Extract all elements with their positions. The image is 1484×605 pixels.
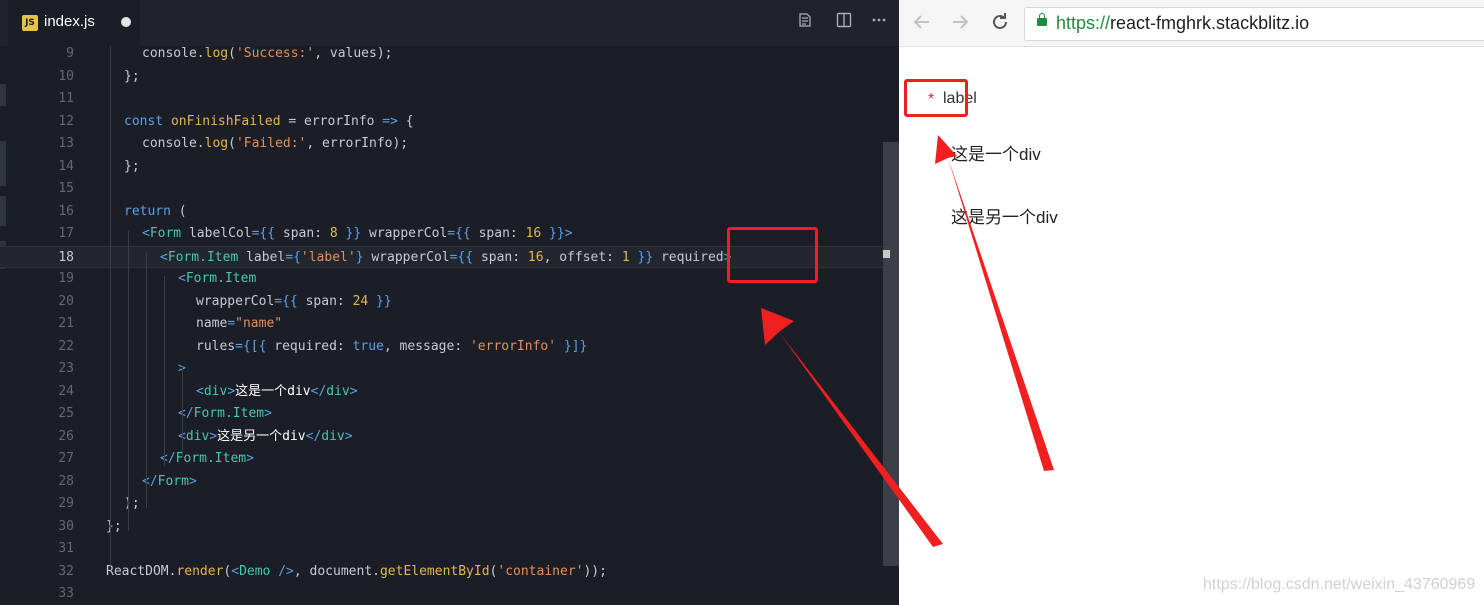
arrow-to-label [935,135,1054,471]
annotation-arrows [761,135,1054,547]
arrow-to-required [761,308,943,547]
